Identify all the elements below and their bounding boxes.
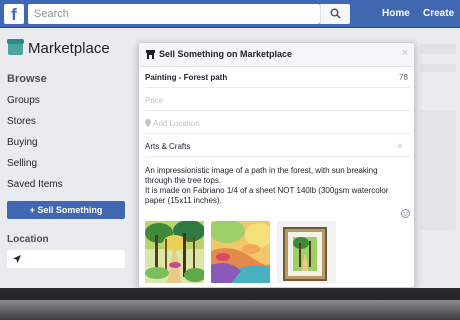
category-select[interactable]: Arts & Crafts — [145, 142, 190, 151]
facebook-logo-icon[interactable]: f — [4, 4, 24, 24]
search-icon — [330, 8, 341, 19]
listing-photo[interactable] — [145, 221, 204, 283]
sidebar-browse-header[interactable]: Browse — [7, 73, 47, 85]
sidebar-item-groups[interactable]: Groups — [7, 95, 40, 106]
close-icon[interactable]: × — [402, 47, 408, 59]
description-line: through the tree tops. — [145, 176, 222, 185]
location-header: Location — [7, 234, 49, 245]
divider — [145, 87, 410, 88]
nav-create-link[interactable]: Create — [423, 8, 454, 19]
price-input[interactable]: Price — [145, 96, 163, 105]
background-content — [420, 110, 456, 230]
location-input[interactable]: Add Location — [153, 119, 200, 128]
background-content — [420, 64, 456, 72]
marketplace-shop-icon — [146, 50, 155, 59]
pin-icon — [145, 119, 151, 127]
location-field[interactable] — [7, 250, 125, 268]
char-count: 78 — [399, 73, 408, 82]
sidebar-item-stores[interactable]: Stores — [7, 116, 36, 127]
description-line: An impressionistic image of a path in th… — [145, 166, 378, 175]
laptop-base — [0, 300, 460, 320]
top-navigation-bar: f Home Create — [0, 0, 460, 28]
description-line: paper (15x11 inches). — [145, 196, 222, 205]
divider — [145, 133, 410, 134]
description-line: It is made on Fabriano 1/4 of a sheet NO… — [145, 186, 389, 195]
search-input[interactable] — [28, 4, 320, 24]
sidebar-item-selling[interactable]: Selling — [7, 158, 37, 169]
page-title: Marketplace — [28, 40, 110, 57]
divider — [145, 110, 410, 111]
nav-home-link[interactable]: Home — [382, 8, 410, 19]
background-content — [420, 44, 456, 54]
sell-something-dialog: Sell Something on Marketplace × Painting… — [138, 42, 415, 288]
divider — [145, 156, 410, 157]
dialog-header: Sell Something on Marketplace × — [139, 43, 414, 67]
clear-category-icon[interactable]: × — [397, 141, 403, 152]
browser-viewport: f Home Create Marketplace Browse Groups … — [0, 0, 460, 288]
marketplace-shop-icon — [7, 39, 24, 55]
dialog-title: Sell Something on Marketplace — [159, 49, 293, 59]
location-arrow-icon — [13, 255, 21, 263]
sidebar-item-buying[interactable]: Buying — [7, 137, 38, 148]
item-title-input[interactable]: Painting - Forest path — [145, 73, 227, 82]
description-textarea[interactable]: An impressionistic image of a path in th… — [145, 166, 401, 206]
search-button[interactable] — [320, 4, 350, 24]
sidebar-item-saved-items[interactable]: Saved Items — [7, 179, 63, 190]
emoji-icon[interactable] — [401, 209, 410, 218]
listing-photo[interactable] — [277, 221, 336, 283]
listing-photo[interactable] — [211, 221, 270, 283]
sell-something-button[interactable]: + Sell Something — [7, 201, 125, 219]
